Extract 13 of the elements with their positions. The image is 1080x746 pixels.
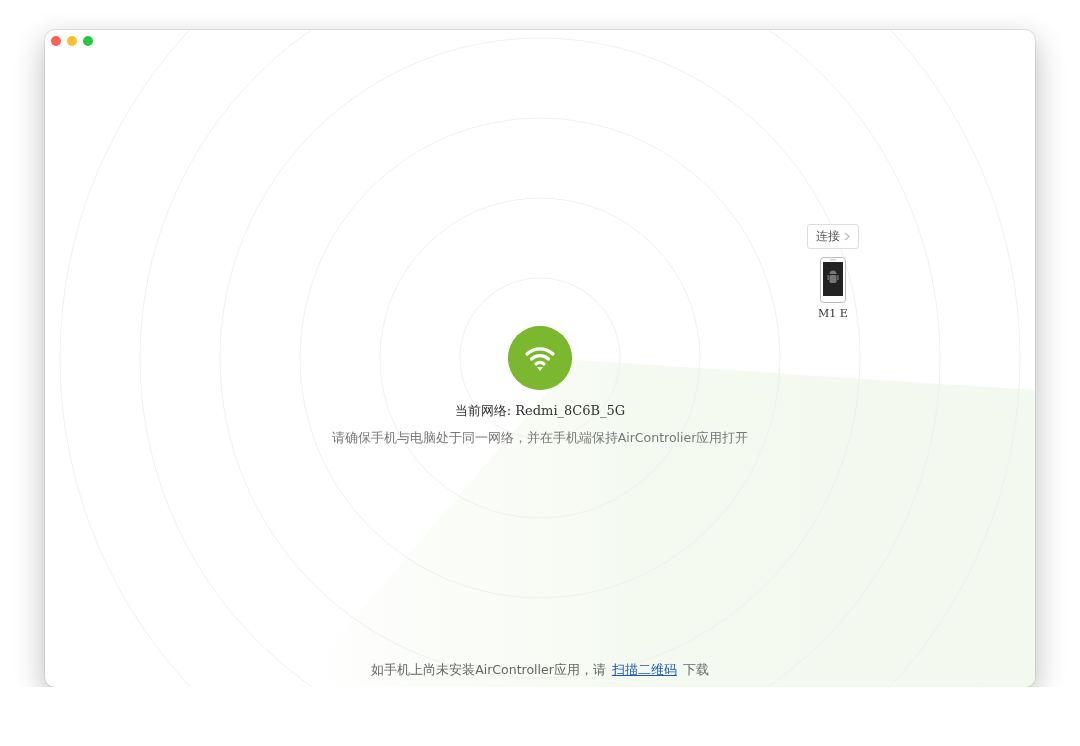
current-network-label: 当前网络: Redmi_8C6B_5G [454,402,626,420]
phone-icon [820,257,846,303]
connection-hint: 请确保手机与电脑处于同一网络，并在手机端保持AirControlier应用打开 [331,430,749,447]
scan-qr-link[interactable]: 扫描二维码 [611,662,677,679]
connect-button[interactable]: 连接 [807,224,859,249]
minimize-button[interactable] [67,36,77,46]
device-name: M1 E [818,307,848,320]
zoom-button[interactable] [83,36,93,46]
close-button[interactable] [51,36,61,46]
install-hint: 如手机上尚未安装AirController应用，请 [371,662,606,679]
chevron-icon [844,232,850,241]
wifi-icon [508,326,572,390]
download-text: 下载 [682,662,709,679]
